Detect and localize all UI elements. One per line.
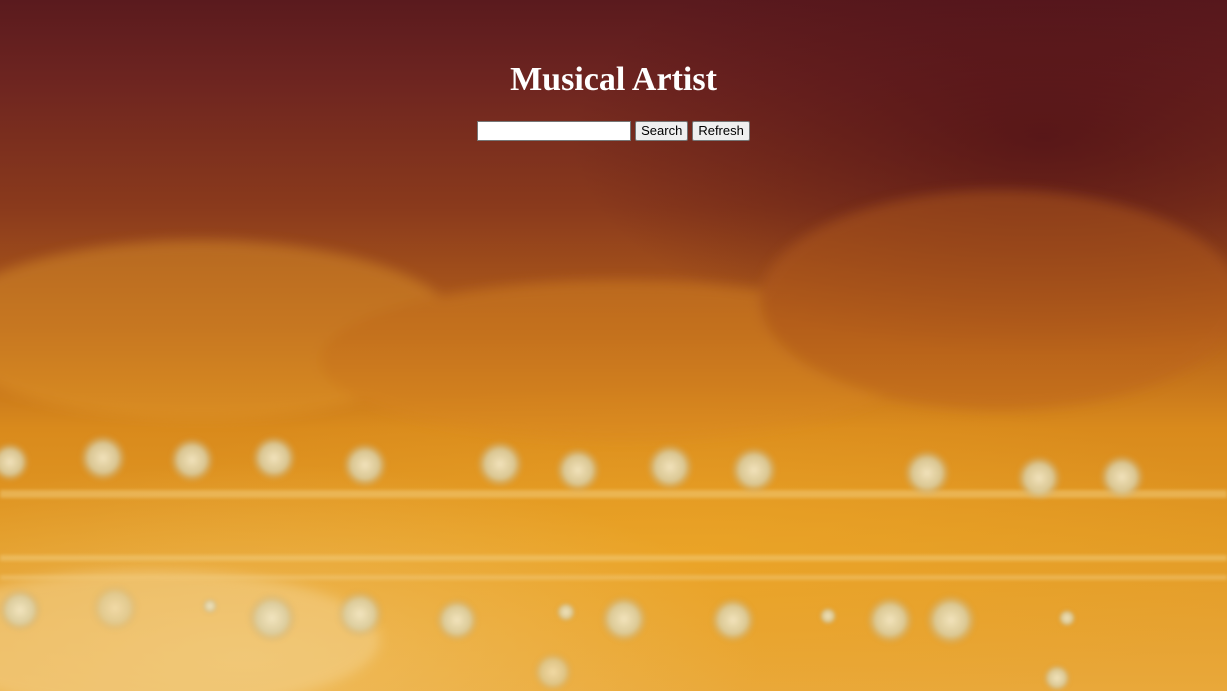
refresh-button[interactable]: Refresh — [692, 121, 750, 141]
search-button[interactable]: Search — [635, 121, 689, 141]
main-content: Musical Artist Search Refresh — [0, 0, 1227, 141]
search-input[interactable] — [477, 121, 632, 141]
search-bar: Search Refresh — [0, 121, 1227, 141]
page-title: Musical Artist — [510, 61, 717, 98]
